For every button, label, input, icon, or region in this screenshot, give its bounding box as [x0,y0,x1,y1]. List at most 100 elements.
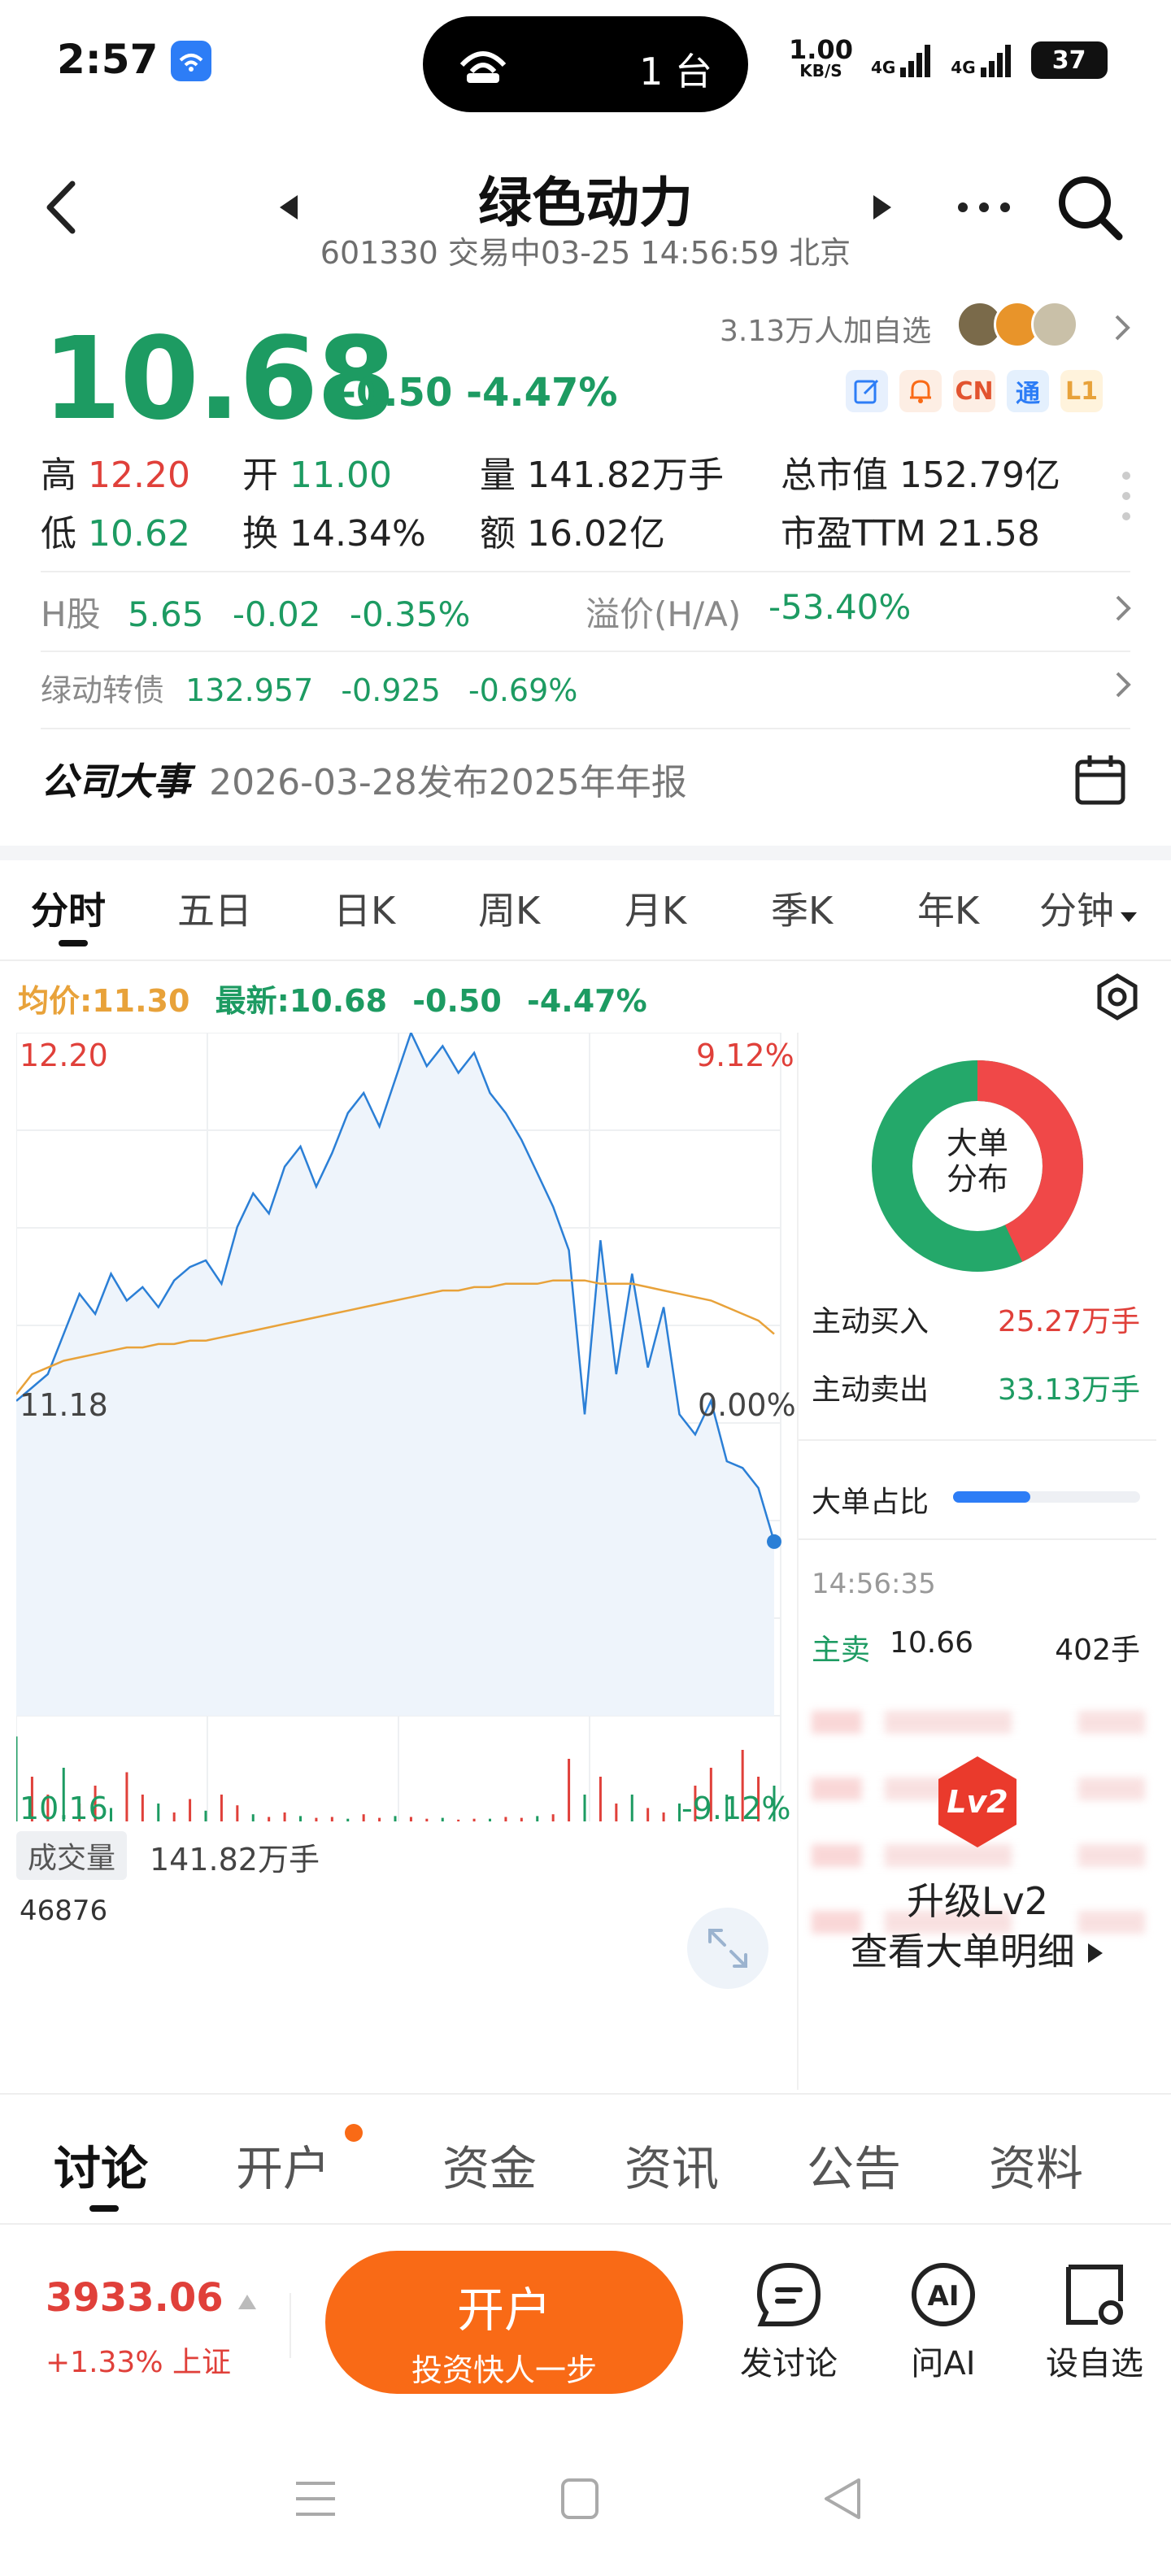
search-button[interactable] [1049,167,1130,248]
triangle-right-icon [1088,1943,1104,1963]
tab-yearly-k[interactable]: 年K [917,881,979,935]
edit-note-icon[interactable] [846,370,888,412]
trade-type: 主卖 [812,1634,871,1667]
open-account-button[interactable]: 开户 投资快人一步 [325,2251,683,2394]
square-icon [561,2478,599,2519]
clock: 2:57 [57,36,159,83]
network-speed: 1.00 KB/S [789,34,853,80]
tab-intraday[interactable]: 分时 [31,881,106,935]
volume-bar [441,1817,444,1821]
chart-tabs: 分时 五日 日K 周K 月K 季K 年K 分钟 [0,862,1171,959]
volume-label[interactable]: 成交量 [16,1831,128,1880]
active-sell-label: 主动卖出 [812,1373,929,1407]
menu-nav-button[interactable] [293,2478,338,2522]
volume-bar [110,1808,112,1821]
company-events-text: 2026-03-28发布2025年年报 [209,762,687,803]
next-stock-button[interactable] [866,187,899,228]
divider [799,1538,1156,1540]
back-nav-button[interactable] [821,2475,864,2526]
signal-icon: 4G [871,43,933,77]
tab-five-day[interactable]: 五日 [177,881,252,935]
divider [41,651,1130,652]
volume-bar [662,1812,665,1821]
company-events-row[interactable]: 公司大事 2026-03-28发布2025年年报 [41,752,1130,817]
stat-open: 开 11.00 [242,455,392,496]
tab-minute[interactable]: 分钟 [1039,881,1138,935]
y-label-bottom: 10.16 [20,1791,108,1826]
large-order-ratio-label: 大单占比 [812,1486,929,1519]
bond-row[interactable]: 绿动转债 132.957 -0.925 -0.69% [41,665,1131,719]
tab-open-account[interactable]: 开户 [236,2130,330,2199]
watchers-chevron-button[interactable] [1102,307,1143,348]
tab-announcements[interactable]: 公告 [807,2130,901,2199]
divider [0,2093,1171,2095]
divider [0,959,1171,961]
index-change: +1.33% 上证 [46,2346,231,2379]
tab-profile[interactable]: 资料 [989,2130,1083,2199]
ai-icon: AI [912,2263,975,2326]
pct-label-bottom: -9.12% [681,1791,791,1826]
svg-text:AI: AI [928,2280,960,2313]
tab-weekly-k[interactable]: 周K [478,881,540,935]
volume-bar [251,1814,255,1821]
volume-bar [646,1808,650,1821]
active-sell-value: 33.13万手 [997,1373,1140,1407]
calendar-icon [1075,755,1125,805]
trade-time: 14:56:35 [812,1568,936,1600]
volume-bar [236,1805,239,1821]
chat-bubble-icon [756,2262,821,2326]
h-share-row[interactable]: H股 5.65 -0.02 -0.35% 溢价(H/A) -53.40% [41,587,1131,644]
volume-bar [141,1795,144,1821]
chevron-right-icon [1115,315,1130,341]
tab-discussion[interactable]: 讨论 [54,2130,148,2199]
more-button[interactable] [951,183,1016,232]
tab-news[interactable]: 资讯 [625,2130,719,2199]
large-order-ratio-bar [953,1491,1140,1503]
volume-bar [409,1817,412,1821]
volume-bar [615,1804,618,1821]
menu-icon [296,2482,335,2516]
battery-icon: 37 [1030,41,1108,79]
upgrade-subtitle[interactable]: 查看大单明细 [799,1922,1156,1976]
active-tab-indicator [89,2205,119,2212]
pct-label-top: 9.12% [696,1038,794,1073]
avatar [1031,301,1078,348]
volume-bar [16,1736,18,1821]
tab-funds[interactable]: 资金 [442,2130,537,2199]
fullscreen-button[interactable] [687,1908,768,1989]
tab-daily-k[interactable]: 日K [333,881,395,935]
tag-connect: 通 [1007,370,1049,412]
chart-settings-button[interactable] [1088,968,1147,1026]
status-icons: 1.00 KB/S 4G 4G 37 [789,34,1108,81]
volume-bar [504,1817,507,1821]
lv2-badge[interactable]: Lv2 [932,1753,1023,1851]
active-buy-value: 25.27万手 [997,1305,1140,1338]
upgrade-title[interactable]: 升级Lv2 [799,1872,1156,1925]
connected-device-count: 1 台 [639,50,712,94]
home-nav-button[interactable] [559,2477,600,2524]
divider [0,2223,1171,2225]
volume-bar [299,1816,302,1821]
y-label-top: 12.20 [20,1038,108,1073]
dynamic-island[interactable]: 1 台 [423,16,748,112]
volume-bar [268,1817,271,1821]
tab-quarterly-k[interactable]: 季K [771,881,833,935]
add-watchlist-button[interactable]: 设自选 [1038,2261,1151,2384]
h-share-label: H股 [41,594,101,634]
stat-turnover: 换 14.34% [242,513,426,555]
watchlist-count[interactable]: 3.13万人加自选 [720,307,931,350]
intraday-chart[interactable] [16,1033,797,1821]
expand-stats-icon[interactable] [1121,470,1132,525]
post-discussion-button[interactable]: 发讨论 [732,2261,846,2384]
ask-ai-button[interactable]: AI 问AI [886,2261,1000,2384]
signal-icon-2: 4G [951,43,1012,77]
section-gap [0,846,1171,860]
bell-icon[interactable] [899,370,942,412]
price-change: -0.50 -4.47% [340,370,618,416]
volume-bar [346,1818,350,1821]
divider [289,2293,291,2358]
index-value[interactable]: 3933.06 [46,2275,258,2321]
tab-monthly-k[interactable]: 月K [625,881,686,935]
trade-price: 10.66 [890,1626,974,1660]
watcher-avatars[interactable] [956,301,1078,348]
